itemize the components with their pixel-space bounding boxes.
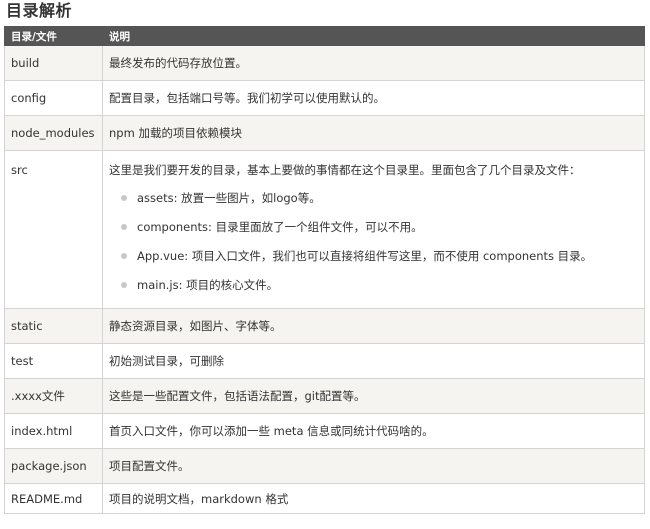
directory-table: 目录/文件 说明 build 最终发布的代码存放位置。 config 配置目录，… bbox=[4, 26, 645, 514]
bullet-icon bbox=[121, 282, 127, 288]
file-name: static bbox=[4, 308, 103, 344]
bullet-icon bbox=[121, 253, 127, 259]
file-description: 项目配置文件。 bbox=[102, 448, 645, 484]
table-row: .xxxx文件 这些是一些配置文件，包括语法配置，git配置等。 bbox=[4, 378, 645, 414]
file-description: 首页入口文件，你可以添加一些 meta 信息或同统计代码啥的。 bbox=[102, 413, 645, 449]
file-description: npm 加载的项目依赖模块 bbox=[102, 115, 645, 151]
table-row: src 这里是我们要开发的目录，基本上要做的事情都在这个目录里。里面包含了几个目… bbox=[4, 150, 645, 309]
column-header-file: 目录/文件 bbox=[4, 26, 103, 46]
file-description: 最终发布的代码存放位置。 bbox=[102, 45, 645, 81]
table-row: test 初始测试目录，可删除 bbox=[4, 343, 645, 379]
list-item-text: main.js: 项目的核心文件。 bbox=[137, 278, 279, 292]
file-name: package.json bbox=[4, 448, 103, 484]
list-item-text: components: 目录里面放了一个组件文件，可以不用。 bbox=[137, 220, 423, 234]
file-description: 项目的说明文档，markdown 格式 bbox=[102, 483, 645, 514]
file-name: config bbox=[4, 80, 103, 116]
list-item-text: App.vue: 项目入口文件，我们也可以直接将组件写这里，而不使用 compo… bbox=[137, 249, 593, 263]
list-item: main.js: 项目的核心文件。 bbox=[121, 277, 638, 306]
file-description: 初始测试目录，可删除 bbox=[102, 343, 645, 379]
file-description-cell: 这里是我们要开发的目录，基本上要做的事情都在这个目录里。里面包含了几个目录及文件… bbox=[102, 150, 645, 309]
table-row: config 配置目录，包括端口号等。我们初学可以使用默认的。 bbox=[4, 80, 645, 116]
list-item: assets: 放置一些图片，如logo等。 bbox=[121, 190, 638, 219]
file-description: 配置目录，包括端口号等。我们初学可以使用默认的。 bbox=[102, 80, 645, 116]
list-item-text: assets: 放置一些图片，如logo等。 bbox=[137, 191, 321, 205]
file-name-cell: src bbox=[4, 150, 103, 309]
file-description: 这些是一些配置文件，包括语法配置，git配置等。 bbox=[102, 378, 645, 414]
file-name: README.md bbox=[4, 483, 103, 514]
list-item: App.vue: 项目入口文件，我们也可以直接将组件写这里，而不使用 compo… bbox=[121, 248, 638, 277]
table-row: node_modules npm 加载的项目依赖模块 bbox=[4, 115, 645, 151]
table-row: README.md 项目的说明文档，markdown 格式 bbox=[4, 483, 645, 514]
table-row: build 最终发布的代码存放位置。 bbox=[4, 45, 645, 81]
file-name: index.html bbox=[4, 413, 103, 449]
file-name: .xxxx文件 bbox=[4, 378, 103, 414]
src-contents-list: assets: 放置一些图片，如logo等。 components: 目录里面放… bbox=[109, 190, 638, 306]
file-name: src bbox=[11, 163, 28, 177]
file-name: node_modules bbox=[4, 115, 103, 151]
file-description: 静态资源目录，如图片、字体等。 bbox=[102, 308, 645, 344]
table-row: static 静态资源目录，如图片、字体等。 bbox=[4, 308, 645, 344]
bullet-icon bbox=[121, 195, 127, 201]
table-header-row: 目录/文件 说明 bbox=[4, 26, 645, 46]
file-description: 这里是我们要开发的目录，基本上要做的事情都在这个目录里。里面包含了几个目录及文件… bbox=[109, 163, 581, 177]
page: 目录解析 目录/文件 说明 build 最终发布的代码存放位置。 config … bbox=[0, 0, 650, 529]
bullet-icon bbox=[121, 224, 127, 230]
list-item: components: 目录里面放了一个组件文件，可以不用。 bbox=[121, 219, 638, 248]
file-name: build bbox=[4, 45, 103, 81]
page-title: 目录解析 bbox=[6, 1, 73, 20]
table-row: package.json 项目配置文件。 bbox=[4, 448, 645, 484]
table-row: index.html 首页入口文件，你可以添加一些 meta 信息或同统计代码啥… bbox=[4, 413, 645, 449]
column-header-description: 说明 bbox=[102, 26, 645, 46]
file-name: test bbox=[4, 343, 103, 379]
